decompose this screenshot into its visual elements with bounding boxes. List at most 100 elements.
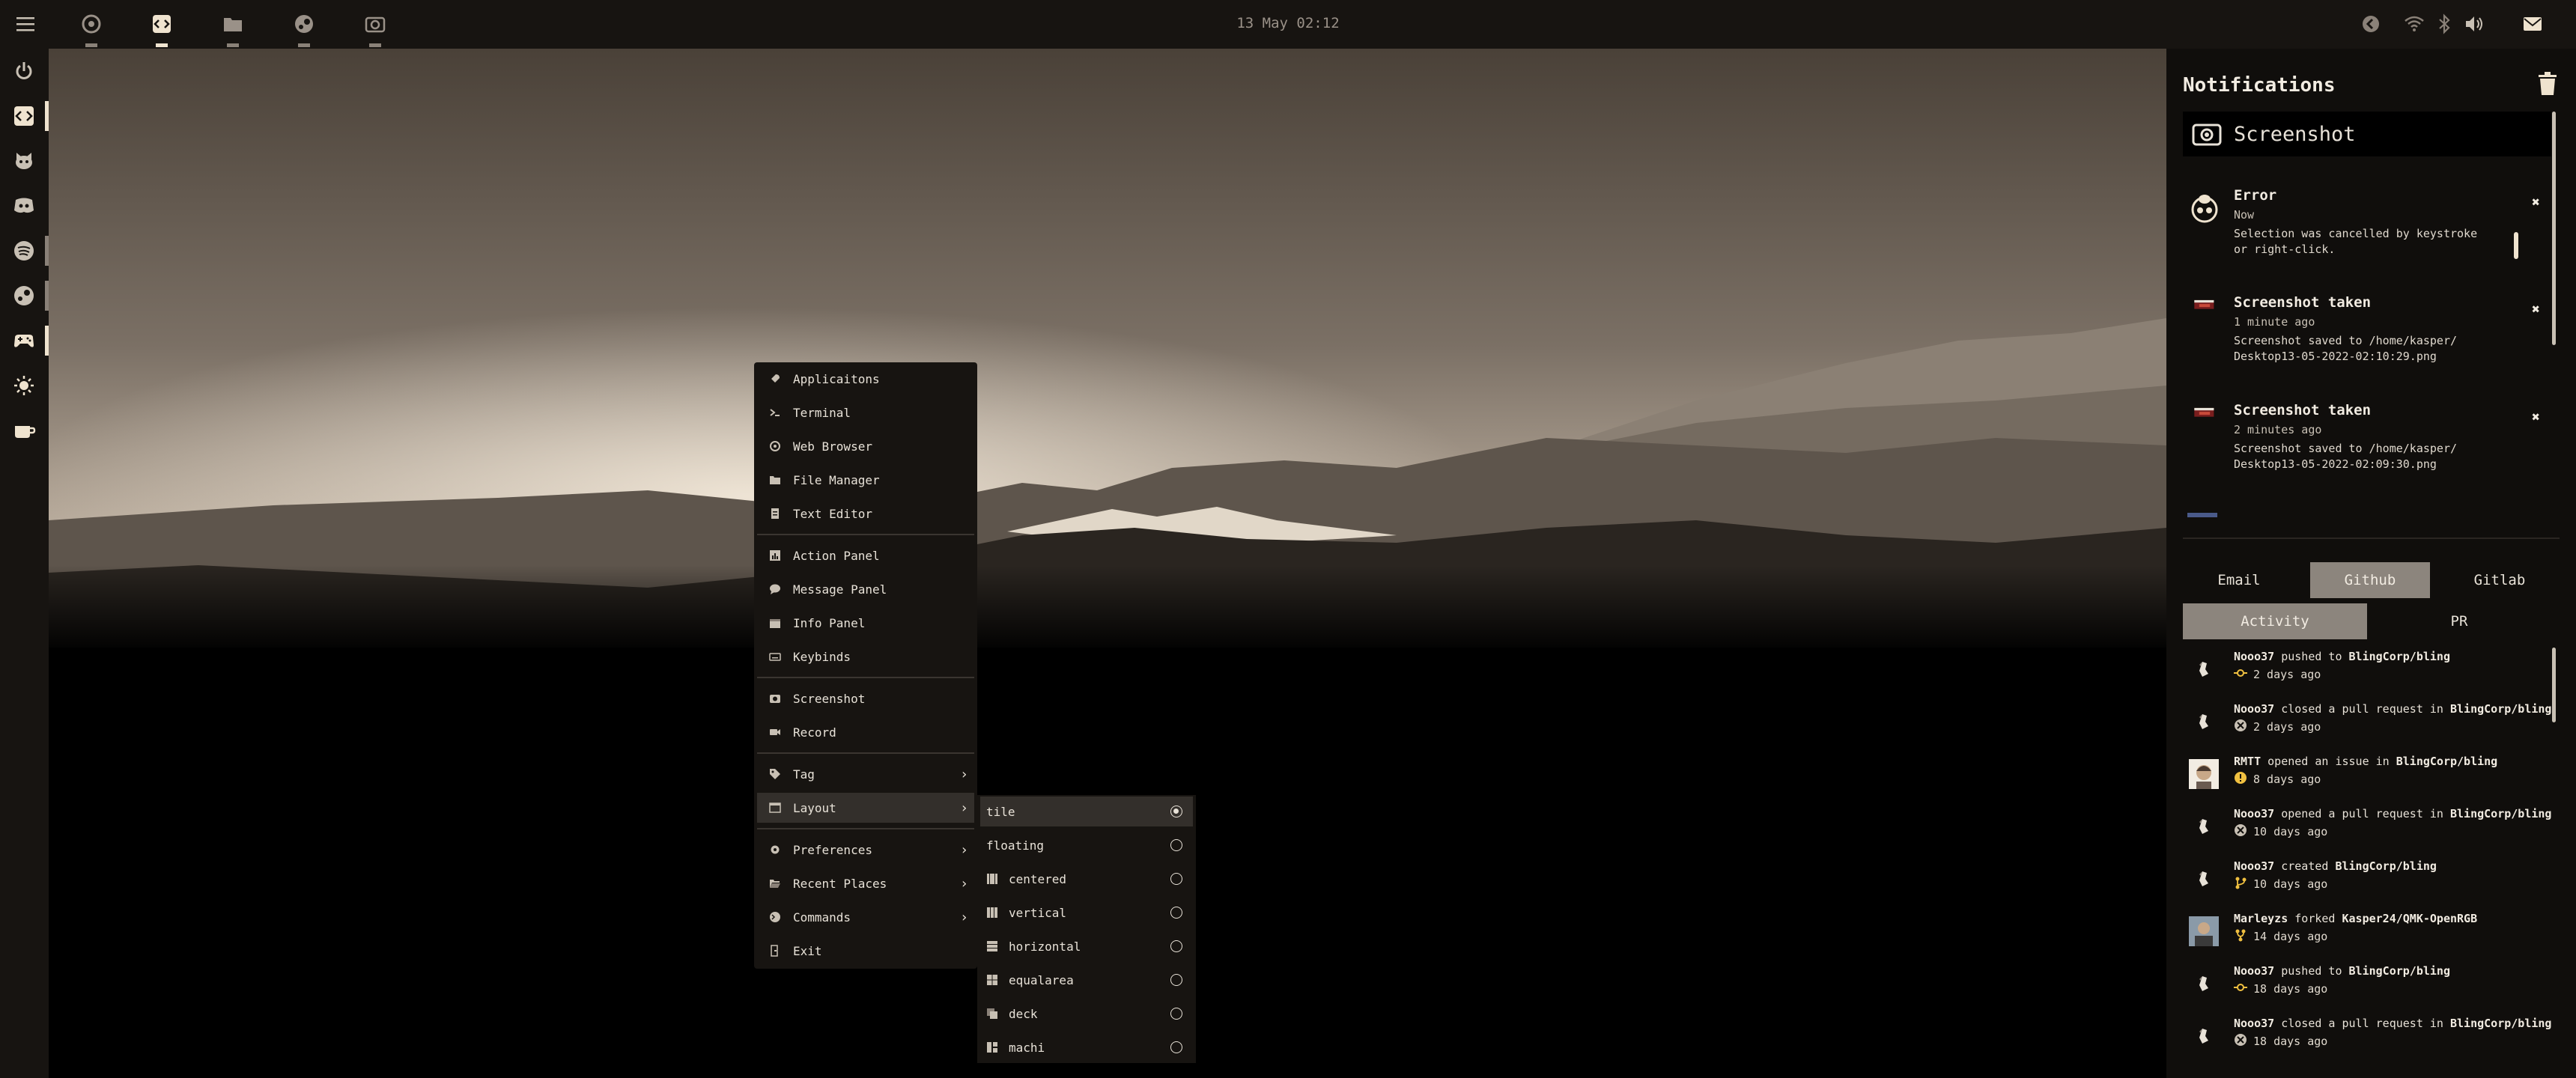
menu-item-tag[interactable]: Tag ›: [757, 759, 974, 789]
radio-icon[interactable]: [1170, 1041, 1182, 1053]
activity-repo[interactable]: BlingCorp/bling: [2396, 755, 2497, 768]
avatar[interactable]: [2189, 1021, 2219, 1051]
activity-repo[interactable]: BlingCorp/bling: [2335, 859, 2436, 873]
activity-item[interactable]: Nooo37 created BlingCorp/bling 10 days ag…: [2183, 858, 2557, 910]
tab-label: Activity: [2241, 613, 2309, 630]
back-icon[interactable]: [2356, 9, 2386, 39]
close-icon[interactable]: ✖: [2532, 302, 2540, 317]
activity-user[interactable]: Nooo37: [2234, 702, 2274, 716]
close-icon[interactable]: ✖: [2532, 195, 2540, 210]
layout-option-floating[interactable]: floating: [980, 830, 1193, 860]
menu-item-message-panel[interactable]: Message Panel: [757, 574, 974, 604]
radio-icon[interactable]: [1170, 1008, 1182, 1020]
activity-user[interactable]: Nooo37: [2234, 807, 2274, 820]
activity-repo[interactable]: BlingCorp/bling: [2450, 807, 2551, 820]
tab-pr[interactable]: PR: [2367, 603, 2551, 639]
menu-item-keybinds[interactable]: Keybinds: [757, 642, 974, 672]
activity-user[interactable]: RMTT: [2234, 755, 2261, 768]
notification-scroll-thumb[interactable]: [2514, 232, 2518, 259]
hamburger-menu-icon[interactable]: [10, 9, 40, 39]
menu-item-exit[interactable]: Exit: [757, 936, 974, 966]
wifi-icon[interactable]: [2399, 9, 2429, 39]
radio-icon[interactable]: [1170, 907, 1182, 919]
menu-item-recent-places[interactable]: Recent Places ›: [757, 868, 974, 898]
coffee-icon[interactable]: [6, 412, 42, 448]
avatar[interactable]: [2189, 864, 2219, 894]
avatar[interactable]: [2189, 707, 2219, 737]
notification-item-partial: [2187, 513, 2217, 525]
volume-icon[interactable]: [2459, 9, 2489, 39]
clock[interactable]: 13 May 02:12: [1198, 15, 1378, 31]
radio-icon[interactable]: [1170, 839, 1182, 851]
layout-option-deck[interactable]: deck: [980, 999, 1193, 1029]
menu-item-screenshot[interactable]: Screenshot: [757, 683, 974, 713]
activity-repo[interactable]: BlingCorp/bling: [2349, 650, 2450, 663]
activity-item[interactable]: Nooo37 pushed to BlingCorp/bling 2 days a…: [2183, 648, 2557, 701]
gamepad-icon[interactable]: [6, 323, 42, 359]
tab-activity[interactable]: Activity: [2183, 603, 2367, 639]
bluetooth-icon[interactable]: [2429, 9, 2459, 39]
radio-selected-icon[interactable]: [1170, 806, 1182, 817]
avatar[interactable]: [2189, 654, 2219, 684]
notifications-scrollbar[interactable]: [2552, 112, 2556, 345]
activity-repo[interactable]: BlingCorp/bling: [2450, 702, 2551, 716]
activity-item[interactable]: Nooo37 pushed to BlingCorp/bling 18 days …: [2183, 963, 2557, 1015]
activity-user[interactable]: Nooo37: [2234, 650, 2274, 663]
tab-gitlab[interactable]: Gitlab: [2443, 562, 2556, 598]
menu-item-layout[interactable]: Layout ›: [757, 793, 974, 823]
menu-item-file-manager[interactable]: File Manager: [757, 465, 974, 495]
radio-icon[interactable]: [1170, 940, 1182, 952]
activity-item[interactable]: RMTT opened an issue in BlingCorp/bling 8…: [2183, 753, 2557, 806]
layout-option-tile[interactable]: tile: [980, 797, 1193, 826]
radio-icon[interactable]: [1170, 873, 1182, 885]
layout-option-horizontal[interactable]: horizontal: [980, 931, 1193, 961]
menu-item-terminal[interactable]: Terminal: [757, 398, 974, 427]
activity-item[interactable]: Nooo37 closed a pull request in BlingCor…: [2183, 1015, 2557, 1068]
notification-group-header[interactable]: Screenshot: [2183, 112, 2551, 156]
activity-user[interactable]: Nooo37: [2234, 859, 2274, 873]
power-icon[interactable]: [6, 53, 42, 89]
menu-item-web-browser[interactable]: Web Browser: [757, 431, 974, 461]
avatar[interactable]: [2189, 969, 2219, 999]
spotify-icon[interactable]: [6, 233, 42, 269]
menu-item-preferences[interactable]: Preferences ›: [757, 835, 974, 865]
layout-option-vertical[interactable]: vertical: [980, 898, 1193, 928]
radio-icon[interactable]: [1170, 974, 1182, 986]
activity-user[interactable]: Nooo37: [2234, 964, 2274, 978]
activity-repo[interactable]: Kasper24/QMK-OpenRGB: [2342, 912, 2478, 925]
workspace-folder-icon[interactable]: [218, 9, 248, 39]
avatar[interactable]: [2189, 916, 2219, 946]
trash-icon[interactable]: [2536, 71, 2559, 97]
workspace-steam-icon[interactable]: [289, 9, 319, 39]
code-editor-icon[interactable]: [6, 98, 42, 134]
activity-item[interactable]: Nooo37 closed a pull request in BlingCor…: [2183, 701, 2557, 753]
brightness-icon[interactable]: [6, 368, 42, 404]
workspace-chrome-icon[interactable]: [76, 9, 106, 39]
layout-option-machi[interactable]: machi: [980, 1032, 1193, 1062]
menu-item-info-panel[interactable]: Info Panel: [757, 608, 974, 638]
activity-repo[interactable]: BlingCorp/bling: [2349, 964, 2450, 978]
tab-github[interactable]: Github: [2310, 562, 2430, 598]
tab-email[interactable]: Email: [2183, 562, 2295, 598]
avatar[interactable]: [2189, 759, 2219, 789]
activity-repo[interactable]: BlingCorp/bling: [2450, 1017, 2551, 1030]
menu-item-action-panel[interactable]: Action Panel: [757, 540, 974, 570]
avatar[interactable]: [2189, 811, 2219, 841]
menu-item-commands[interactable]: Commands ›: [757, 902, 974, 932]
github-icon[interactable]: [6, 143, 42, 179]
menu-item-text-editor[interactable]: Text Editor: [757, 499, 974, 529]
workspace-camera-icon[interactable]: [360, 9, 390, 39]
layout-option-equalarea[interactable]: equalarea: [980, 965, 1193, 995]
menu-item-applications[interactable]: Applicaitons: [757, 364, 974, 394]
close-icon[interactable]: ✖: [2532, 409, 2540, 425]
activity-item[interactable]: Marleyzs forked Kasper24/QMK-OpenRGB 14 d…: [2183, 910, 2557, 963]
discord-icon[interactable]: [6, 188, 42, 224]
activity-user[interactable]: Nooo37: [2234, 1017, 2274, 1030]
workspace-code-icon[interactable]: [147, 9, 177, 39]
layout-option-centered[interactable]: centered: [980, 864, 1193, 894]
activity-item[interactable]: Nooo37 opened a pull request in BlingCor…: [2183, 806, 2557, 858]
activity-user[interactable]: Marleyzs: [2234, 912, 2288, 925]
steam-icon[interactable]: [6, 278, 42, 314]
menu-item-record[interactable]: Record: [757, 717, 974, 747]
mail-icon[interactable]: [2518, 9, 2548, 39]
